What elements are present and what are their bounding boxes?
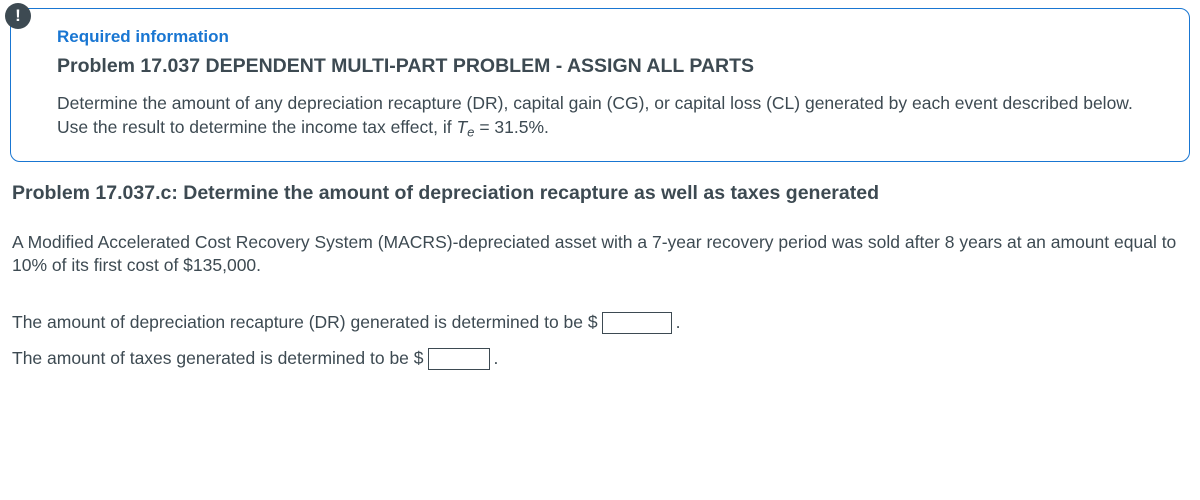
taxes-amount-input[interactable] <box>428 348 490 370</box>
required-information-label: Required information <box>57 27 1163 47</box>
problem-desc-post: = 31.5%. <box>474 117 548 137</box>
problem-desc-pre: Determine the amount of any depreciation… <box>57 93 1133 137</box>
alert-icon: ! <box>5 3 31 29</box>
alert-icon-glyph: ! <box>15 6 21 26</box>
answer-taxes-post: . <box>494 348 499 369</box>
required-info-box: ! Required information Problem 17.037 DE… <box>10 8 1190 162</box>
answer-line-taxes: The amount of taxes generated is determi… <box>10 348 1190 370</box>
problem-body-text: A Modified Accelerated Cost Recovery Sys… <box>10 231 1190 278</box>
subproblem-title: Problem 17.037.c: Determine the amount o… <box>10 182 1190 205</box>
answer-dr-post: . <box>676 312 681 333</box>
answer-taxes-pre: The amount of taxes generated is determi… <box>12 348 424 369</box>
problem-title: Problem 17.037 DEPENDENT MULTI-PART PROB… <box>57 55 1163 78</box>
dr-amount-input[interactable] <box>602 312 672 334</box>
problem-description: Determine the amount of any depreciation… <box>57 92 1163 141</box>
answer-dr-pre: The amount of depreciation recapture (DR… <box>12 312 598 333</box>
variable-T: T <box>456 117 467 137</box>
answer-line-dr: The amount of depreciation recapture (DR… <box>10 312 1190 334</box>
